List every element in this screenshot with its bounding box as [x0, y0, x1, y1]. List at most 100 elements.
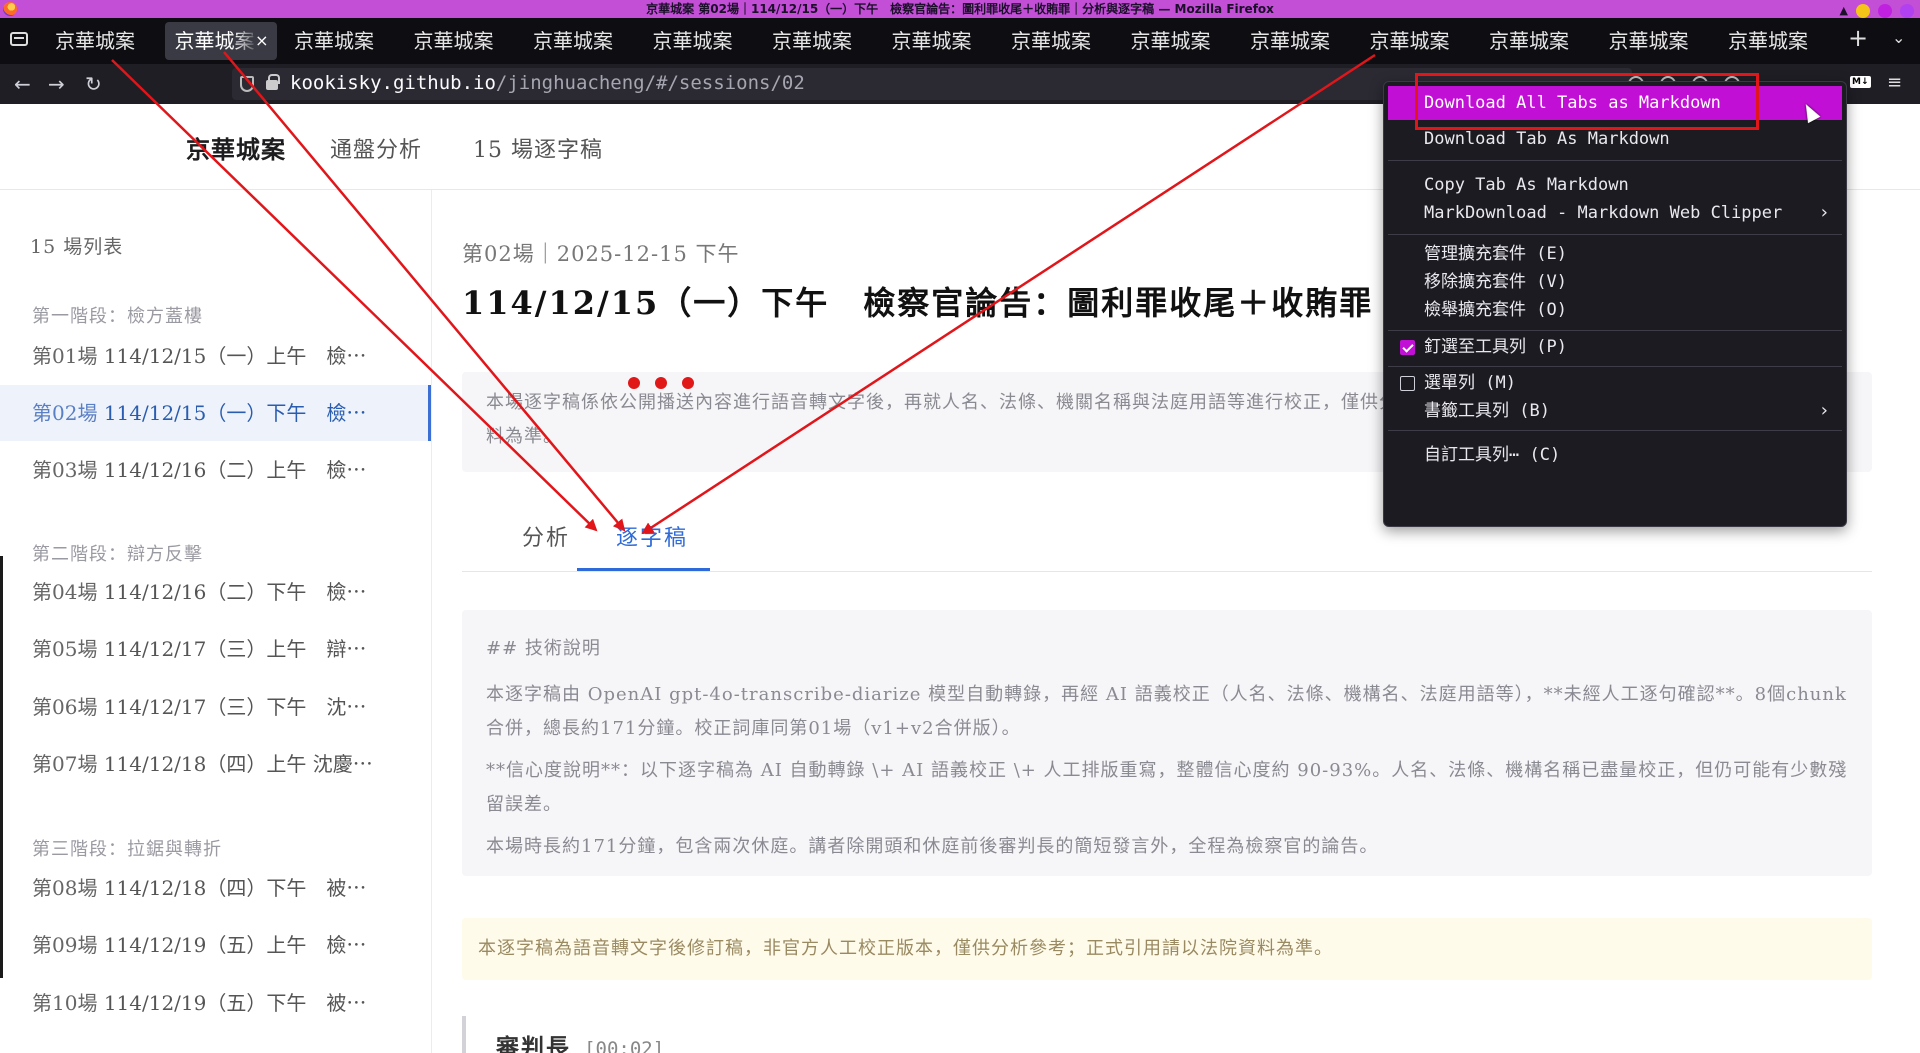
- browser-tab-label: 京華城案: [772, 29, 852, 53]
- checkbox-checked-icon[interactable]: [1400, 340, 1415, 355]
- browser-tab[interactable]: 京華城案: [404, 22, 516, 60]
- session-sidebar: 15 場列表 第一階段：檢方蓋樓 第01場 114/12/15（一）上午 檢⋯ …: [0, 190, 432, 1053]
- menu-separator: [1388, 234, 1842, 235]
- menu-item-label: 管理擴充套件 (E): [1424, 244, 1567, 264]
- submenu-arrow-icon: ›: [1820, 400, 1828, 421]
- list-all-tabs-button[interactable]: ⌄: [1892, 28, 1905, 47]
- browser-tab[interactable]: 京華城案: [1599, 22, 1711, 60]
- session-label: 114/12/18（四）下午 被⋯: [103, 876, 367, 900]
- sidebar-item-session-02[interactable]: 第02場 114/12/15（一）下午 檢⋯: [0, 385, 431, 441]
- browser-tab[interactable]: 京華城案: [882, 22, 994, 60]
- browser-tab-label: 京華城案: [1130, 29, 1211, 53]
- tab-analysis[interactable]: 分析: [522, 520, 570, 552]
- nav-analysis[interactable]: 通盤分析: [330, 132, 422, 164]
- menu-item-bookmarks-toolbar[interactable]: 書籤工具列 (B) ›: [1388, 394, 1842, 428]
- menu-item-label: Download Tab As Markdown: [1424, 129, 1670, 149]
- session-label: 114/12/17（三）上午 辯⋯: [103, 637, 367, 661]
- tracking-protection-shield-icon[interactable]: [240, 76, 254, 92]
- new-tab-button[interactable]: +: [1848, 24, 1868, 52]
- browser-tab[interactable]: 京華城案: [643, 22, 755, 60]
- session-number: 第02場: [32, 401, 98, 425]
- session-label: 114/12/19（五）上午 檢⋯: [103, 933, 367, 957]
- checkbox-unchecked-icon[interactable]: [1400, 376, 1415, 391]
- sidebar-item-session-10[interactable]: 第10場 114/12/19（五）下午 被⋯: [0, 975, 431, 1031]
- window-titlebar: 京華城案 第02場｜114/12/15（一）下午 檢察官論告：圖利罪收尾＋收賄罪…: [0, 0, 1920, 18]
- browser-tab-label: 京華城案: [1728, 29, 1808, 53]
- browser-tab[interactable]: 京華城案: [523, 22, 635, 60]
- speaker-name: 審判長: [496, 1034, 571, 1053]
- session-number: 第08場: [32, 876, 98, 900]
- session-number: 第05場: [32, 637, 98, 661]
- session-number: 第01場: [32, 344, 98, 368]
- sidebar-item-session-03[interactable]: 第03場 114/12/16（二）上午 檢⋯: [0, 442, 431, 498]
- session-number: 第03場: [32, 458, 98, 482]
- window-title: 京華城案 第02場｜114/12/15（一）下午 檢察官論告：圖利罪收尾＋收賄罪…: [646, 2, 1274, 16]
- menu-separator: [1388, 160, 1842, 161]
- menu-item-customize-toolbar[interactable]: 自訂工具列⋯ (C): [1388, 438, 1842, 472]
- tab-transcript[interactable]: 逐字稿: [616, 520, 688, 552]
- session-label: 114/12/19（五）下午 被⋯: [103, 991, 367, 1015]
- browser-tab[interactable]: 京華城案: [284, 22, 396, 60]
- close-window-button[interactable]: [1900, 4, 1914, 18]
- browser-tab[interactable]: 京華城案: [1121, 22, 1233, 60]
- sidebar-item-session-01[interactable]: 第01場 114/12/15（一）上午 檢⋯: [0, 328, 431, 384]
- browser-tab-label: 京華城案: [891, 29, 972, 53]
- reload-button[interactable]: ↻: [85, 72, 102, 96]
- browser-tab[interactable]: 京華城案: [1718, 22, 1830, 60]
- lock-icon[interactable]: [266, 74, 280, 90]
- site-logo[interactable]: 京華城案: [186, 130, 286, 165]
- close-tab-icon[interactable]: ×: [255, 22, 268, 60]
- minimize-button[interactable]: [1856, 4, 1870, 18]
- markdownload-icon[interactable]: M↓: [1850, 76, 1871, 88]
- sidebar-title: 15 場列表: [30, 236, 124, 258]
- sidebar-item-session-06[interactable]: 第06場 114/12/17（三）下午 沈⋯: [0, 679, 431, 735]
- tab-overview-icon[interactable]: [10, 32, 28, 46]
- browser-tab[interactable]: 京華城案: [1240, 22, 1352, 60]
- sidebar-item-session-05[interactable]: 第05場 114/12/17（三）上午 辯⋯: [0, 621, 431, 677]
- annotation-highlight-box: [1415, 73, 1759, 130]
- browser-tab-label: 京華城案: [1250, 29, 1330, 53]
- sidebar-item-session-04[interactable]: 第04場 114/12/16（二）下午 檢⋯: [0, 564, 431, 620]
- nav-transcripts[interactable]: 15 場逐字稿: [473, 132, 603, 164]
- browser-tab-label: 京華城案: [1608, 29, 1689, 53]
- session-number: 第07場: [32, 752, 98, 776]
- browser-tab[interactable]: 京華城案: [45, 22, 157, 60]
- session-number: 第10場: [32, 991, 98, 1015]
- browser-tab[interactable]: 京華城案: [1001, 22, 1113, 60]
- technical-notes-paragraph: 本逐字稿由 OpenAI gpt-4o-transcribe-diarize 模…: [486, 684, 1847, 739]
- session-label: 114/12/15（一）下午 檢⋯: [103, 401, 367, 425]
- browser-tab[interactable]: 京華城案: [1479, 22, 1591, 60]
- browser-tab-label: 京華城案: [652, 29, 733, 53]
- menu-item-label: MarkDownload - Markdown Web Clipper: [1424, 203, 1783, 223]
- app-menu-button[interactable]: ≡: [1887, 72, 1902, 93]
- menu-item-markdownload-submenu[interactable]: MarkDownload - Markdown Web Clipper ›: [1388, 196, 1842, 230]
- menu-item-report-extension[interactable]: 檢舉擴充套件 (O): [1388, 293, 1842, 327]
- page-title: 114/12/15（一）下午 檢察官論告：圖利罪收尾＋收賄罪: [462, 284, 1374, 322]
- session-number: 第09場: [32, 933, 98, 957]
- sidebar-item-session-08[interactable]: 第08場 114/12/18（四）下午 被⋯: [0, 860, 431, 916]
- menu-item-pin-to-toolbar[interactable]: 釘選至工具列 (P): [1388, 330, 1842, 364]
- url-text[interactable]: kookisky.github.io/jinghuacheng/#/sessio…: [290, 72, 805, 94]
- sidebar-item-session-07[interactable]: 第07場 114/12/18（四）上午 沈慶⋯: [0, 736, 431, 792]
- sidebar-group-label: 第三階段：拉鋸與轉折: [32, 839, 222, 860]
- speaker-timestamp[interactable]: [00:02]: [584, 1038, 664, 1053]
- forward-button[interactable]: →: [48, 72, 65, 96]
- submenu-arrow-icon: ›: [1820, 202, 1828, 223]
- transcript-warning: 本逐字稿為語音轉文字後修訂稿，非官方人工校正版本，僅供分析參考；正式引用請以法院…: [462, 918, 1872, 980]
- maximize-button[interactable]: [1878, 4, 1892, 18]
- browser-tab[interactable]: 京華城案: [762, 22, 874, 60]
- browser-tab[interactable]: 京華城案: [1360, 22, 1472, 60]
- active-tab-underline: [577, 568, 710, 571]
- technical-notes-heading: ## 技術說明: [486, 638, 601, 659]
- browser-tab[interactable]: 京華城案 ×: [164, 22, 277, 60]
- session-number: 第04場: [32, 580, 98, 604]
- sidebar-item-session-09[interactable]: 第09場 114/12/19（五）上午 檢⋯: [0, 917, 431, 973]
- menu-item-label: 書籤工具列 (B): [1424, 401, 1550, 421]
- transcript-entry: 審判長 [00:02]: [462, 1016, 1872, 1053]
- menu-item-label: 移除擴充套件 (V): [1424, 272, 1567, 292]
- session-label: 114/12/18（四）上午 沈慶⋯: [103, 752, 373, 776]
- back-button[interactable]: ←: [14, 72, 31, 96]
- red-dot: [682, 377, 694, 389]
- sidebar-group-label: 第一階段：檢方蓋樓: [32, 306, 203, 327]
- browser-tab-label: 京華城案: [1011, 29, 1091, 53]
